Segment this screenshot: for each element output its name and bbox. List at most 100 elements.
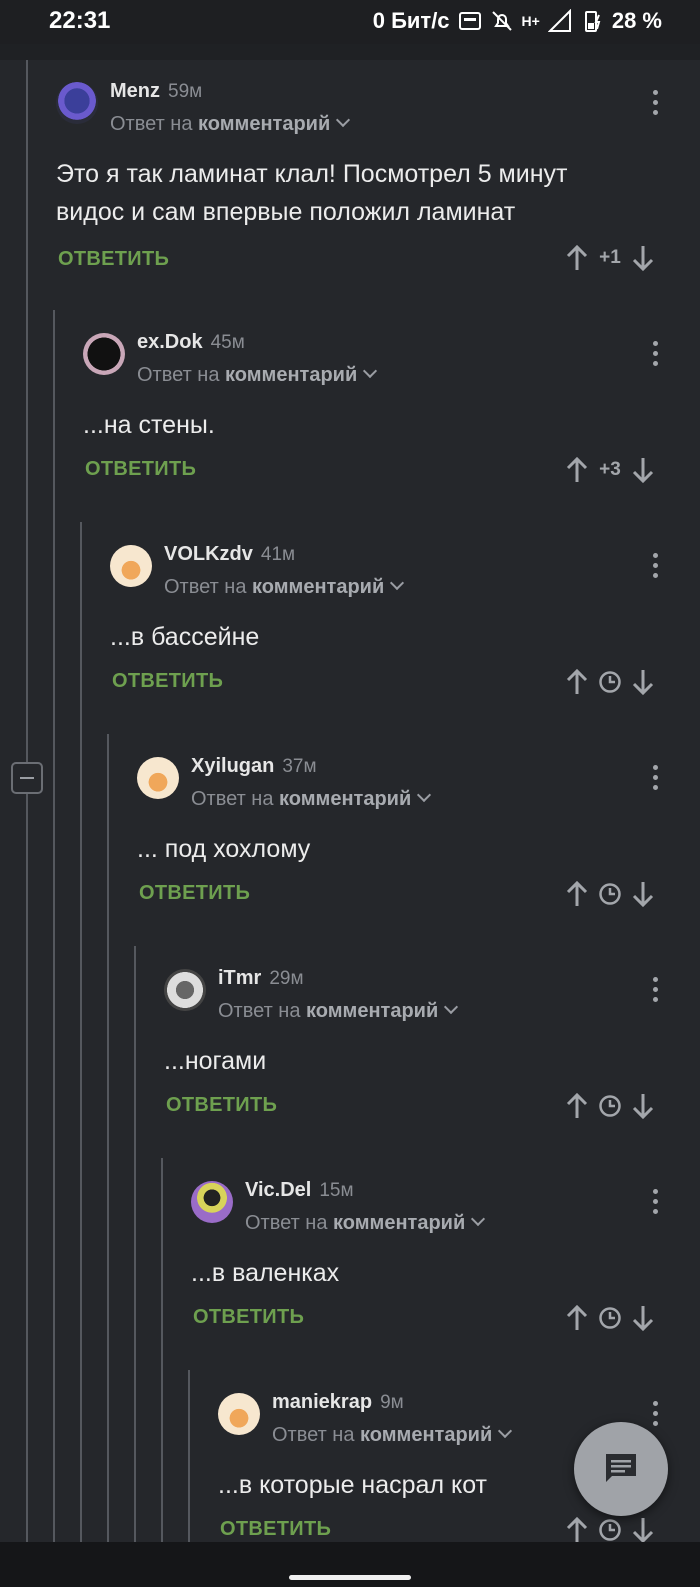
downvote-icon[interactable] <box>631 244 655 272</box>
comment-time: 15м <box>319 1180 354 1201</box>
downvote-icon[interactable] <box>631 880 655 908</box>
more-options-icon[interactable] <box>653 765 659 791</box>
thread-line[interactable] <box>53 310 55 1542</box>
status-time: 22:31 <box>49 7 111 34</box>
collapse-thread-button[interactable] <box>11 762 43 794</box>
chevron-down-icon <box>498 1423 513 1439</box>
comment-author[interactable]: VOLKzdv 41м <box>164 543 295 566</box>
more-options-icon[interactable] <box>653 90 659 116</box>
avatar[interactable] <box>218 1393 260 1435</box>
page-top-strip <box>0 44 700 60</box>
avatar[interactable] <box>83 333 125 375</box>
comment-text: ...в валенках <box>191 1259 340 1287</box>
comment-author[interactable]: Vic.Del 15м <box>245 1179 354 1202</box>
reply-to[interactable]: Ответ на комментарий <box>110 112 351 136</box>
more-options-icon[interactable] <box>653 977 659 1003</box>
reply-to[interactable]: Ответ на комментарий <box>191 787 432 811</box>
upvote-icon[interactable] <box>565 244 589 272</box>
comment-author[interactable]: Menz 59м <box>110 80 202 103</box>
upvote-icon[interactable] <box>565 456 589 484</box>
comment-text: ...в которые насрал кот <box>218 1471 488 1499</box>
reply-to[interactable]: Ответ на комментарий <box>164 575 405 599</box>
clock-icon <box>599 1519 621 1541</box>
clock-icon <box>599 1095 621 1117</box>
comment-time: 45м <box>210 332 245 353</box>
avatar[interactable] <box>137 757 179 799</box>
comment-author[interactable]: iTmr 29м <box>218 967 304 990</box>
vote-controls <box>565 1092 655 1120</box>
chevron-down-icon <box>444 999 459 1015</box>
avatar[interactable] <box>164 969 206 1011</box>
status-bar: 22:31 0 Бит/с H+ 28 % <box>0 0 700 44</box>
avatar[interactable] <box>191 1181 233 1223</box>
comment-author[interactable]: maniekrap 9м <box>272 1391 404 1414</box>
network-type: H+ <box>521 13 540 29</box>
upvote-icon[interactable] <box>565 880 589 908</box>
downvote-icon[interactable] <box>631 1516 655 1544</box>
upvote-icon[interactable] <box>565 1304 589 1332</box>
reply-button[interactable]: ОТВЕТИТЬ <box>139 882 250 905</box>
reply-button[interactable]: ОТВЕТИТЬ <box>193 1306 304 1329</box>
thread-line[interactable] <box>107 734 109 1542</box>
vote-controls: +1 <box>565 244 655 272</box>
more-options-icon[interactable] <box>653 341 659 367</box>
thread-line[interactable] <box>188 1370 190 1542</box>
avatar[interactable] <box>56 82 98 124</box>
comment-time: 41м <box>260 544 296 565</box>
reply-to[interactable]: Ответ на комментарий <box>245 1211 486 1235</box>
upvote-icon[interactable] <box>565 1092 589 1120</box>
reply-to[interactable]: Ответ на комментарий <box>218 999 459 1023</box>
system-nav-bar <box>0 1542 700 1587</box>
downvote-icon[interactable] <box>631 456 655 484</box>
comment-time: 9м <box>380 1392 404 1413</box>
more-options-icon[interactable] <box>653 1189 659 1215</box>
more-options-icon[interactable] <box>653 553 659 579</box>
more-options-icon[interactable] <box>653 1401 659 1427</box>
vote-controls <box>565 1304 655 1332</box>
vote-controls <box>565 668 655 696</box>
avatar[interactable] <box>110 545 152 587</box>
comment-author[interactable]: ex.Dok 45м <box>137 331 245 354</box>
upvote-icon[interactable] <box>565 1516 589 1544</box>
reply-to[interactable]: Ответ на комментарий <box>272 1423 513 1447</box>
clock-icon <box>599 1307 621 1329</box>
comment-text: ...ногами <box>164 1047 267 1075</box>
vote-score: +1 <box>599 247 621 268</box>
thread-line[interactable] <box>161 1158 163 1542</box>
comment-text: ...в бассейне <box>110 623 260 651</box>
reply-button[interactable]: ОТВЕТИТЬ <box>112 670 223 693</box>
chevron-down-icon <box>471 1211 486 1227</box>
reply-to[interactable]: Ответ на комментарий <box>137 363 378 387</box>
comment-time: 29м <box>269 968 304 989</box>
comment-text: ...на стены. <box>83 411 215 439</box>
chevron-down-icon <box>363 363 378 379</box>
home-gesture-handle[interactable] <box>289 1575 411 1580</box>
vote-controls: +3 <box>565 456 655 484</box>
reply-button[interactable]: ОТВЕТИТЬ <box>220 1518 331 1541</box>
vote-controls <box>565 1516 655 1544</box>
vote-score: +3 <box>599 459 621 480</box>
chevron-down-icon <box>336 112 351 128</box>
comment-text: Это я так ламинат клал! Посмотрел 5 мину… <box>56 160 568 226</box>
downvote-icon[interactable] <box>631 1092 655 1120</box>
hz-icon <box>458 12 481 30</box>
thread-line[interactable] <box>26 60 28 1542</box>
reply-button[interactable]: ОТВЕТИТЬ <box>85 458 196 481</box>
downvote-icon[interactable] <box>631 1304 655 1332</box>
thread-line[interactable] <box>80 522 82 1542</box>
comment-time: 59м <box>168 81 203 102</box>
comment-fab-button[interactable] <box>574 1422 668 1516</box>
clock-icon <box>599 671 621 693</box>
status-right: 0 Бит/с H+ 28 % <box>373 8 662 34</box>
reply-button[interactable]: ОТВЕТИТЬ <box>166 1094 277 1117</box>
reply-button[interactable]: ОТВЕТИТЬ <box>58 248 169 271</box>
signal-icon <box>547 9 571 32</box>
comment-text: ... под хохлому <box>137 835 311 863</box>
downvote-icon[interactable] <box>631 668 655 696</box>
thread-line[interactable] <box>134 946 136 1542</box>
upvote-icon[interactable] <box>565 668 589 696</box>
comment-author[interactable]: Xyilugan 37м <box>191 755 317 778</box>
message-icon <box>606 1454 636 1482</box>
chevron-down-icon <box>417 787 432 803</box>
battery-level: 28 % <box>611 8 662 33</box>
